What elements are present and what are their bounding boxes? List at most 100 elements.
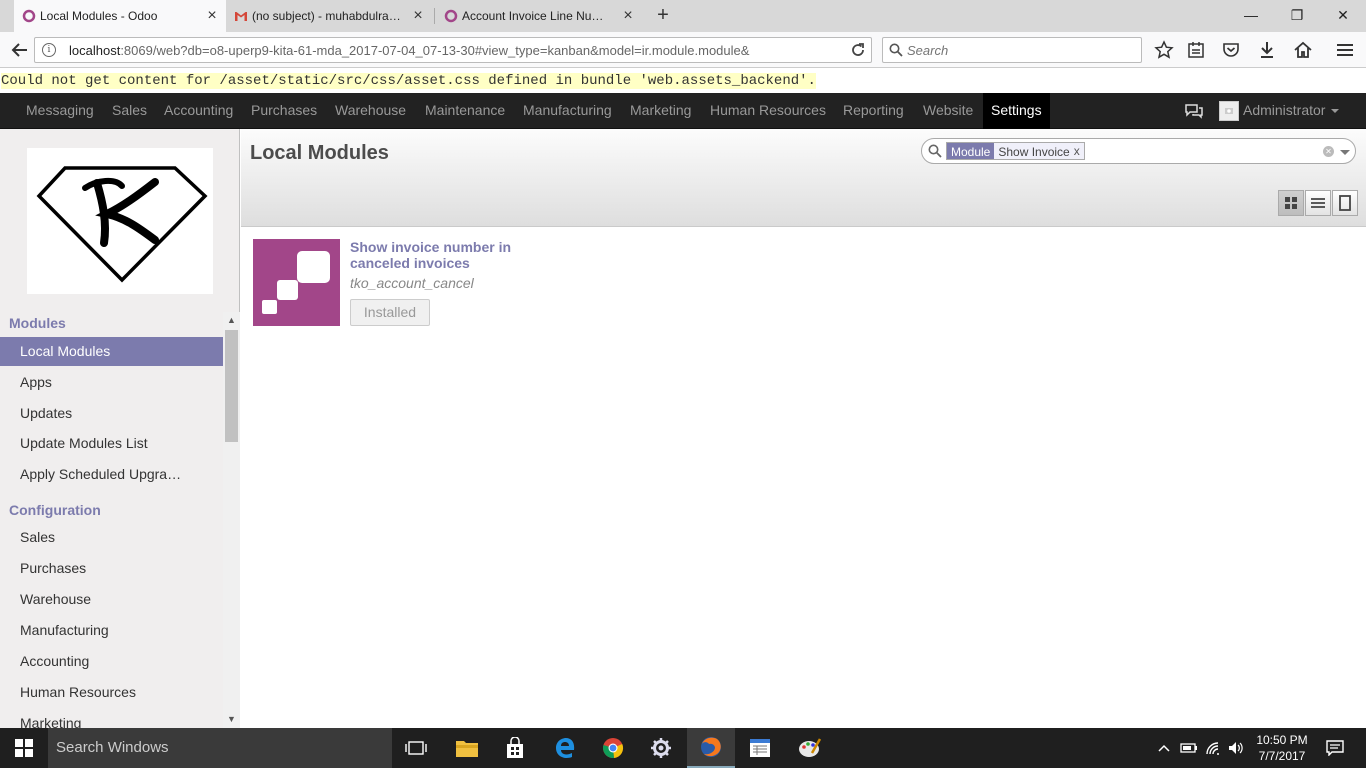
volume-control[interactable] xyxy=(1226,728,1246,768)
sidebar-item-config-purchases[interactable]: Purchases xyxy=(0,554,223,583)
sidebar-scrollbar[interactable]: ▲ ▼ xyxy=(223,312,240,728)
menu-settings[interactable]: Settings xyxy=(983,93,1050,129)
scroll-down-icon[interactable]: ▼ xyxy=(223,711,240,728)
action-center[interactable] xyxy=(1320,728,1350,768)
module-title[interactable]: Show invoice number in canceled invoices xyxy=(350,239,550,271)
menu-purchases[interactable]: Purchases xyxy=(243,93,325,129)
taskbar-settings[interactable] xyxy=(637,728,685,768)
user-menu-caret-icon[interactable] xyxy=(1331,109,1339,113)
menu-sales[interactable]: Sales xyxy=(104,93,155,129)
reload-icon[interactable] xyxy=(849,41,867,59)
menu-messaging[interactable]: Messaging xyxy=(18,93,102,129)
tab-title: (no subject) - muhabdulra… xyxy=(252,9,401,23)
back-button[interactable] xyxy=(7,37,33,63)
sidebar-menu: Modules Local Modules Apps Updates Updat… xyxy=(0,312,223,728)
close-window-button[interactable]: ✕ xyxy=(1320,0,1366,30)
taskbar-firefox[interactable] xyxy=(687,728,735,768)
kanban-view-button[interactable] xyxy=(1278,190,1304,216)
list-lines-icon xyxy=(1311,198,1325,208)
browser-tab-local-modules[interactable]: Local Modules - Odoo × xyxy=(14,0,226,32)
chevron-up-icon xyxy=(1158,744,1170,752)
search-icon xyxy=(889,43,903,57)
pocket-icon[interactable] xyxy=(1221,40,1241,60)
browser-tab-gmail[interactable]: (no subject) - muhabdulra… × xyxy=(226,0,432,32)
error-text: Could not get content for /asset/static/… xyxy=(1,73,816,89)
scrollbar-thumb[interactable] xyxy=(225,330,238,442)
paint-palette-icon xyxy=(799,738,822,757)
network-status[interactable] xyxy=(1203,728,1225,768)
list-view-button[interactable] xyxy=(1305,190,1331,216)
menu-warehouse[interactable]: Warehouse xyxy=(327,93,414,129)
taskbar-chrome[interactable] xyxy=(589,728,637,768)
site-info-icon[interactable]: i xyxy=(42,43,56,57)
spreadsheet-icon xyxy=(750,739,770,757)
taskbar-store[interactable] xyxy=(491,728,539,768)
sidebar-item-updates[interactable]: Updates xyxy=(0,399,223,428)
company-logo[interactable] xyxy=(27,148,213,294)
menu-manufacturing[interactable]: Manufacturing xyxy=(515,93,620,129)
start-button[interactable] xyxy=(0,728,48,768)
close-tab-icon[interactable]: × xyxy=(204,8,220,24)
browser-search-box[interactable] xyxy=(882,37,1142,63)
clear-search-icon[interactable]: ✕ xyxy=(1323,146,1334,157)
battery-status[interactable] xyxy=(1178,728,1200,768)
url-text[interactable]: localhost:8069/web?db=o8-uperp9-kita-61-… xyxy=(69,43,749,58)
menu-human-resources[interactable]: Human Resources xyxy=(702,93,834,129)
menu-accounting[interactable]: Accounting xyxy=(156,93,241,129)
search-options-caret-icon[interactable] xyxy=(1340,150,1350,155)
battery-icon xyxy=(1180,743,1197,753)
browser-tab-account-invoice[interactable]: Account Invoice Line Nu… × xyxy=(436,0,642,32)
sidebar-item-config-accounting[interactable]: Accounting xyxy=(0,647,223,676)
url-bar[interactable]: i localhost:8069/web?db=o8-uperp9-kita-6… xyxy=(34,37,872,63)
download-icon[interactable] xyxy=(1257,40,1277,60)
sidebar-item-config-warehouse[interactable]: Warehouse xyxy=(0,585,223,614)
windows-logo-icon xyxy=(15,739,33,757)
reading-list-icon[interactable] xyxy=(1186,40,1206,60)
menu-website[interactable]: Website xyxy=(915,93,981,129)
facet-remove-icon[interactable]: x xyxy=(1074,143,1084,159)
facet-value: Show Invoice xyxy=(998,145,1070,159)
speaker-icon xyxy=(1229,742,1243,754)
chat-icon[interactable] xyxy=(1184,102,1204,120)
chrome-browser-icon xyxy=(603,738,624,759)
taskbar-spreadsheet[interactable] xyxy=(736,728,784,768)
odoo-favicon-icon xyxy=(444,9,458,23)
menu-reporting[interactable]: Reporting xyxy=(835,93,912,129)
form-view-button[interactable] xyxy=(1332,190,1358,216)
show-hidden-icons[interactable] xyxy=(1154,728,1174,768)
browser-search-input[interactable] xyxy=(907,42,1127,58)
close-tab-icon[interactable]: × xyxy=(410,8,426,24)
module-kanban-card[interactable]: Show invoice number in canceled invoices… xyxy=(253,239,553,329)
sidebar-item-apps[interactable]: Apps xyxy=(0,368,223,397)
menu-marketing[interactable]: Marketing xyxy=(622,93,699,129)
taskbar-edge[interactable] xyxy=(541,728,589,768)
sidebar-item-config-manufacturing[interactable]: Manufacturing xyxy=(0,616,223,645)
sidebar-section-modules: Modules xyxy=(9,315,66,331)
taskbar-paint[interactable] xyxy=(786,728,834,768)
sidebar-item-apply-scheduled-upgrades[interactable]: Apply Scheduled Upgra… xyxy=(0,460,223,489)
menu-maintenance[interactable]: Maintenance xyxy=(417,93,513,129)
taskbar-file-explorer[interactable] xyxy=(443,728,491,768)
sidebar-item-config-human-resources[interactable]: Human Resources xyxy=(0,678,223,707)
taskbar-clock[interactable]: 10:50 PM 7/7/2017 xyxy=(1250,732,1314,764)
taskbar-search-box[interactable]: Search Windows xyxy=(48,728,392,768)
bookmark-star-icon[interactable] xyxy=(1154,40,1174,60)
task-view-button[interactable] xyxy=(392,728,440,768)
maximize-button[interactable]: ❐ xyxy=(1274,0,1320,30)
scroll-up-icon[interactable]: ▲ xyxy=(223,312,240,329)
new-tab-button[interactable]: + xyxy=(652,5,674,27)
search-icon xyxy=(928,144,942,158)
user-menu-name[interactable]: Administrator xyxy=(1243,93,1325,129)
browser-tab-strip: Local Modules - Odoo × (no subject) - mu… xyxy=(0,0,1366,32)
home-icon[interactable] xyxy=(1293,40,1313,60)
sidebar-item-config-marketing[interactable]: Marketing xyxy=(0,709,223,728)
sidebar-item-config-sales[interactable]: Sales xyxy=(0,523,223,552)
user-avatar[interactable] xyxy=(1219,101,1239,121)
close-tab-icon[interactable]: × xyxy=(620,8,636,24)
minimize-button[interactable]: — xyxy=(1228,0,1274,30)
sidebar-item-local-modules[interactable]: Local Modules xyxy=(0,337,223,366)
hamburger-menu-icon[interactable] xyxy=(1335,40,1355,60)
search-facet[interactable]: Module Show Invoice x xyxy=(946,142,1085,160)
sidebar-item-update-modules-list[interactable]: Update Modules List xyxy=(0,429,223,458)
search-view[interactable]: Module Show Invoice x ✕ xyxy=(921,138,1356,164)
